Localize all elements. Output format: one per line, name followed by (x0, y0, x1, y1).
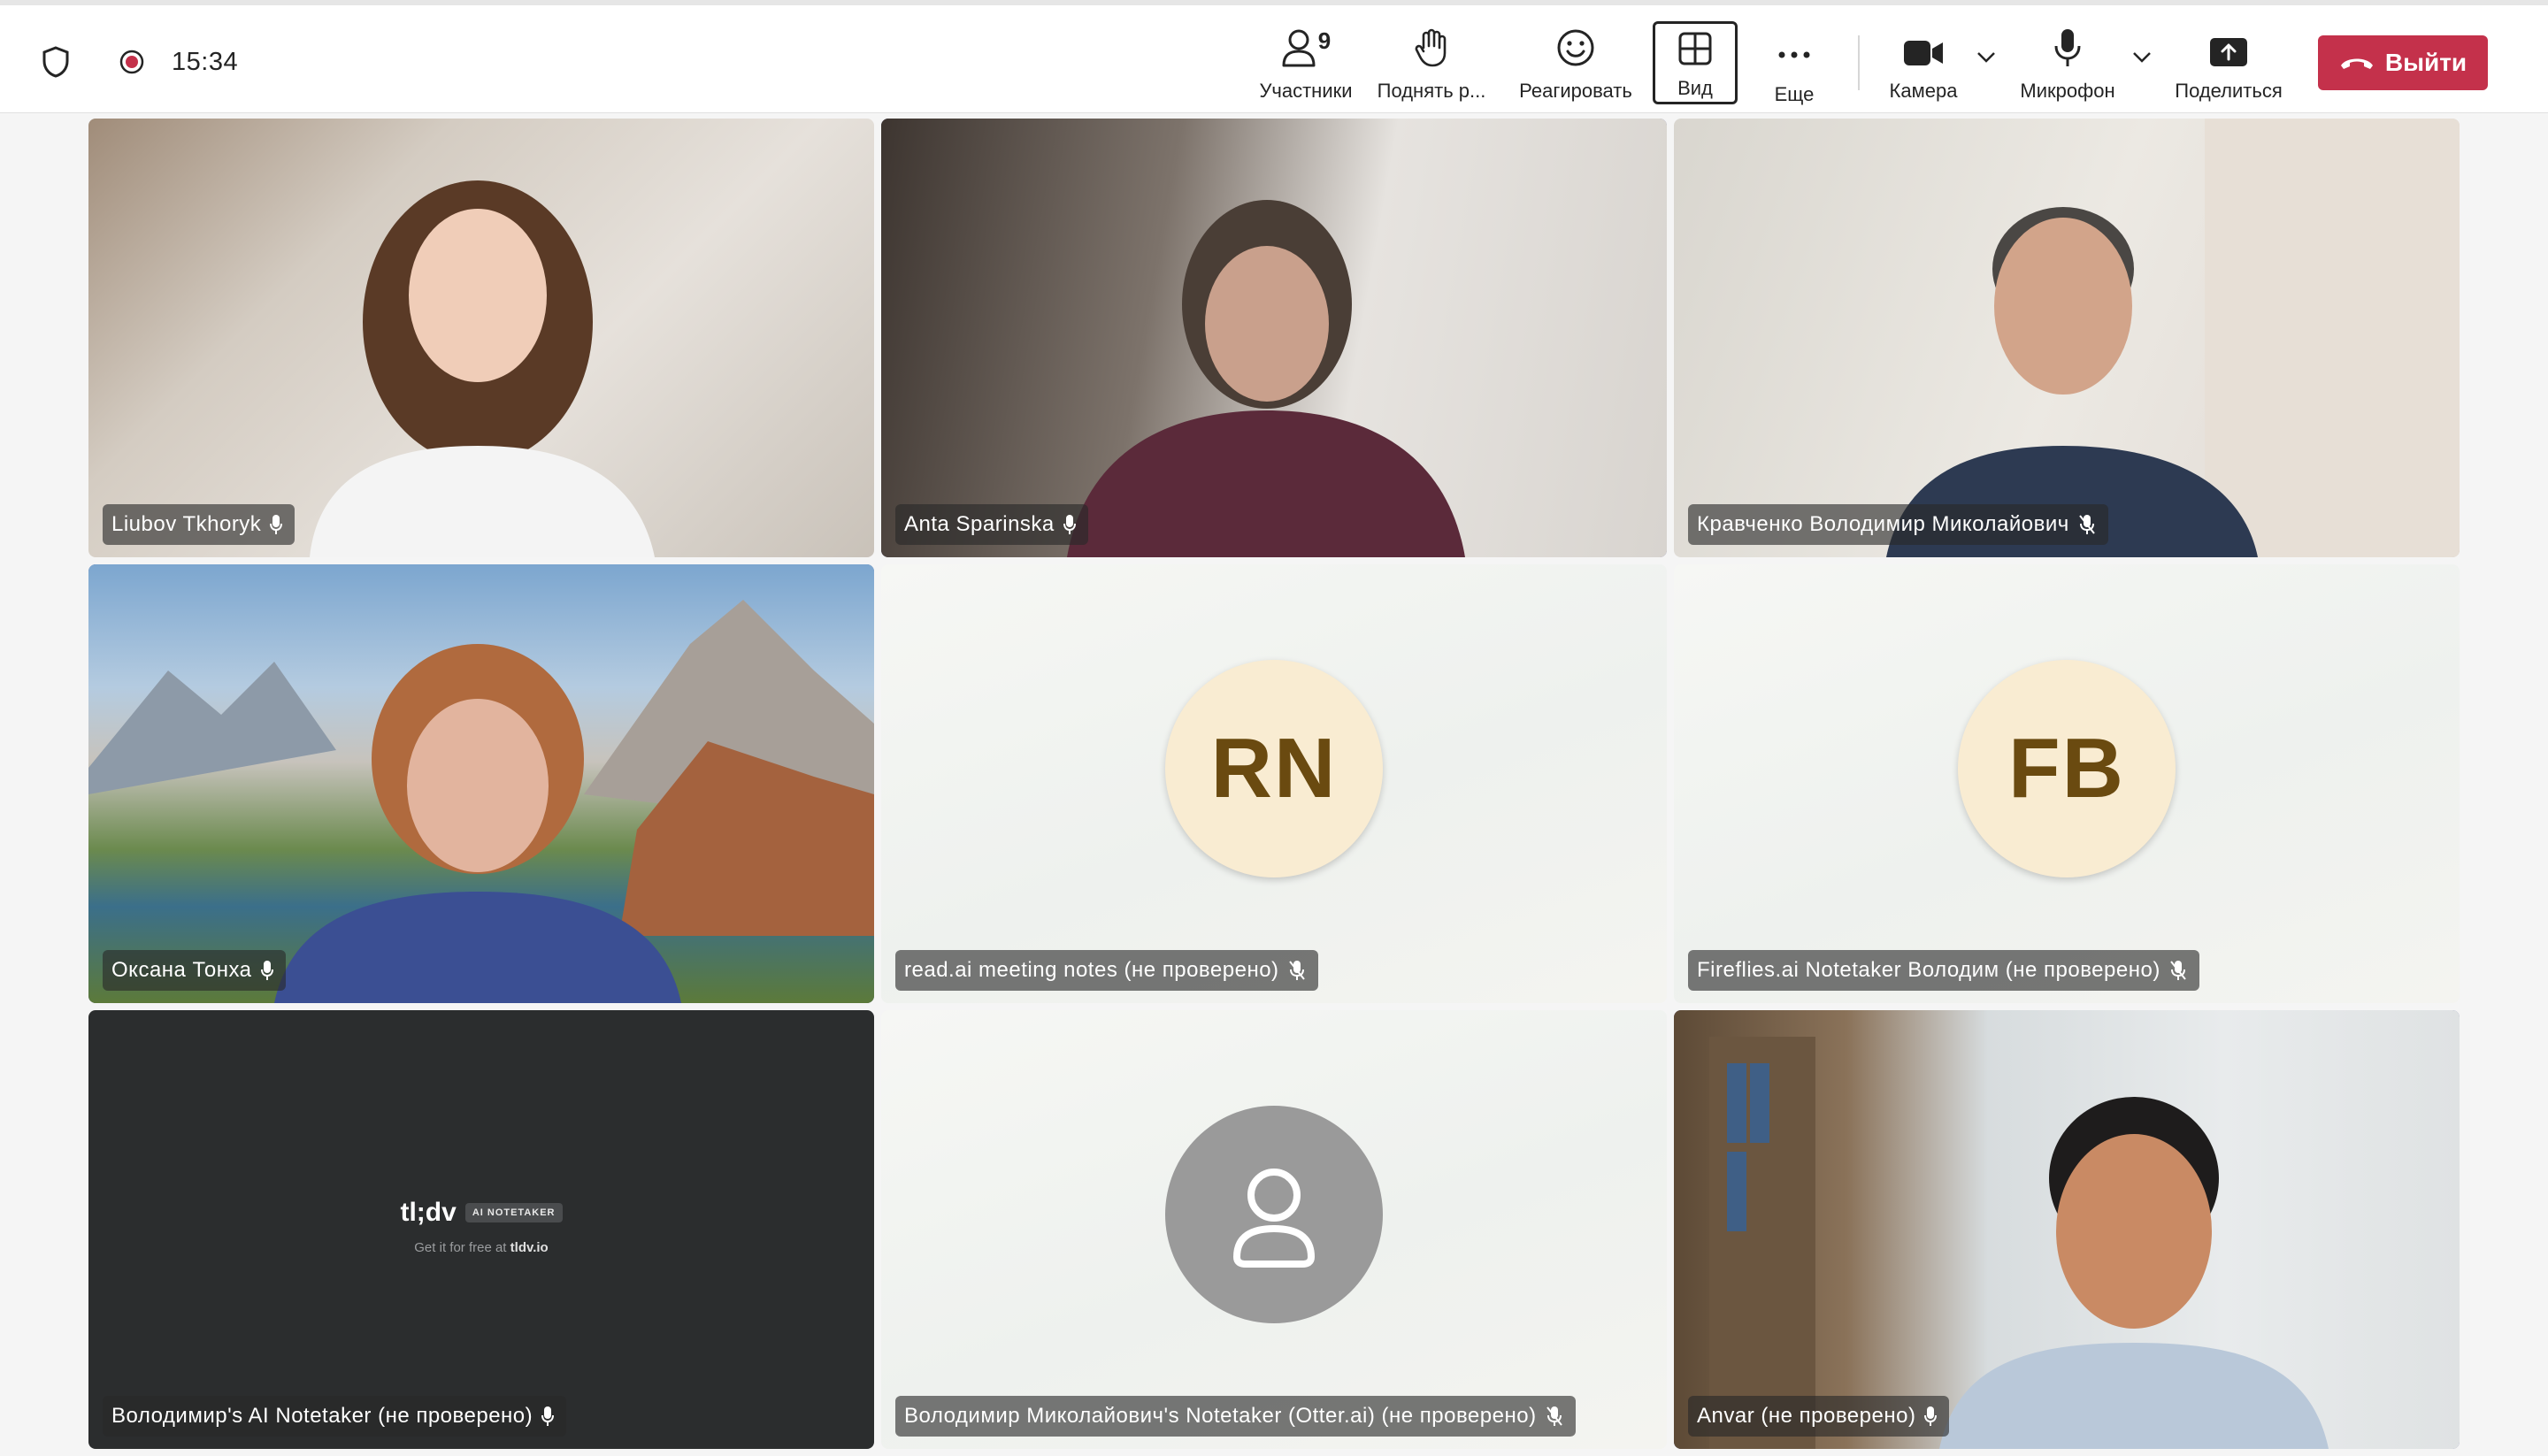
camera-options-chevron-icon[interactable] (1976, 51, 1996, 68)
microphone-muted-icon (2169, 960, 2187, 981)
tldv-tagline: Get it for free at (414, 1240, 507, 1255)
recording-icon (119, 49, 145, 75)
microphone-icon (2054, 29, 2081, 66)
phone-hangup-icon (2340, 58, 2373, 69)
microphone-muted-icon (2078, 514, 2096, 535)
toolbar-divider (1858, 35, 1860, 90)
hand-icon (1415, 28, 1447, 67)
emoji-icon (1557, 29, 1594, 66)
raise-hand-button[interactable]: Поднять р... (1370, 21, 1493, 106)
leave-button[interactable]: Выйти (2318, 35, 2488, 90)
participant-name: Liubov Tkhoryk (111, 512, 262, 536)
more-button[interactable]: Еще (1752, 21, 1837, 106)
person-icon (1233, 1169, 1315, 1268)
participant-name: Оксана Тонха (111, 958, 252, 982)
participant-name-tag: Володимир's AI Notetaker (не проверено) (103, 1396, 567, 1437)
participant-video (1674, 119, 2460, 557)
share-button[interactable]: Поделиться (2164, 21, 2293, 106)
participant-video (88, 564, 874, 1003)
share-label: Поделиться (2175, 80, 2283, 102)
participant-name-tag: Оксана Тонха (103, 950, 286, 991)
participant-name-tag: Володимир Миколайович's Notetaker (Otter… (895, 1396, 1576, 1437)
participants-button[interactable]: 9 Участники (1253, 21, 1359, 106)
participant-name-tag: Liubov Tkhoryk (103, 504, 295, 545)
raise-hand-label: Поднять р... (1377, 80, 1486, 102)
video-tile-oksana-tonkha[interactable]: Оксана Тонха (88, 564, 874, 1003)
video-tile-fireflies[interactable]: FB Fireflies.ai Notetaker Володим (не пр… (1674, 564, 2460, 1003)
microphone-icon (1924, 1406, 1938, 1427)
video-tile-liubov-tkhoryk[interactable]: Liubov Tkhoryk (88, 119, 874, 557)
more-dots-icon (1778, 51, 1810, 58)
participant-name: Anvar (не проверено) (1697, 1404, 1916, 1428)
tldv-logo: tl;dv (400, 1198, 457, 1227)
video-tile-tldv-notetaker[interactable]: tl;dv AI NOTETAKER Get it for free at tl… (88, 1010, 874, 1449)
microphone-muted-icon (1288, 960, 1306, 981)
microphone-icon (260, 960, 273, 981)
participants-count: 9 (1317, 27, 1332, 54)
participant-name: Володимир Миколайович's Notetaker (Otter… (904, 1404, 1537, 1428)
participant-name-tag: Кравченко Володимир Миколайович (1688, 504, 2108, 545)
camera-label: Камера (1889, 80, 1958, 102)
participant-name-tag: read.ai meeting notes (не проверено) (895, 950, 1318, 991)
participant-name: read.ai meeting notes (не проверено) (904, 958, 1279, 982)
share-screen-icon (2210, 38, 2247, 66)
video-tile-anvar[interactable]: Anvar (не проверено) (1674, 1010, 2460, 1449)
leave-label: Выйти (2384, 49, 2467, 76)
view-label: Вид (1677, 77, 1713, 99)
more-label: Еще (1774, 83, 1815, 105)
avatar-placeholder (1165, 1106, 1383, 1323)
microphone-label: Микрофон (2020, 80, 2115, 102)
microphone-button[interactable]: Микрофон (2010, 21, 2125, 106)
participant-video (88, 119, 874, 557)
participant-name-tag: Fireflies.ai Notetaker Володим (не прове… (1688, 950, 2199, 991)
microphone-icon (541, 1406, 555, 1427)
view-button[interactable]: Вид (1653, 21, 1738, 104)
avatar-initials: FB (1958, 660, 2176, 877)
shield-icon[interactable] (39, 44, 73, 80)
participant-name: Володимир's AI Notetaker (не проверено) (111, 1404, 533, 1428)
meeting-timer: 15:34 (172, 47, 239, 76)
tldv-badge: AI NOTETAKER (464, 1203, 563, 1222)
participant-name: Кравченко Володимир Миколайович (1697, 512, 2069, 536)
video-tile-kravchenko[interactable]: Кравченко Володимир Миколайович (1674, 119, 2460, 557)
participant-name-tag: Anta Sparinska (895, 504, 1088, 545)
participant-name: Anta Sparinska (904, 512, 1055, 536)
participant-video (1674, 1010, 2460, 1449)
microphone-icon (1063, 514, 1076, 535)
tldv-branding: tl;dv AI NOTETAKER Get it for free at tl… (88, 1198, 874, 1255)
microphone-options-chevron-icon[interactable] (2132, 51, 2152, 68)
participant-name-tag: Anvar (не проверено) (1688, 1396, 1950, 1437)
layout-grid-icon (1678, 32, 1712, 65)
participant-name: Fireflies.ai Notetaker Володим (не прове… (1697, 958, 2160, 982)
people-icon (1282, 29, 1316, 67)
meeting-info: 15:34 (39, 42, 238, 81)
tldv-site: tldv.io (510, 1240, 549, 1255)
participants-label: Участники (1259, 80, 1353, 102)
meeting-toolbar: 15:34 9 Участники Поднять р... Реагирова… (0, 0, 2548, 113)
microphone-muted-icon (1546, 1406, 1563, 1427)
video-tile-otter-notetaker[interactable]: Володимир Миколайович's Notetaker (Otter… (881, 1010, 1667, 1449)
participant-video (881, 119, 1667, 557)
camera-button[interactable]: Камера (1877, 21, 1969, 106)
avatar-initials: RN (1165, 660, 1383, 877)
video-tile-anta-sparinska[interactable]: Anta Sparinska (881, 119, 1667, 557)
react-button[interactable]: Реагировать (1504, 21, 1647, 106)
microphone-icon (270, 514, 283, 535)
video-tile-read-ai[interactable]: RN read.ai meeting notes (не проверено) (881, 564, 1667, 1003)
camera-icon (1904, 41, 1943, 65)
react-label: Реагировать (1519, 80, 1632, 102)
